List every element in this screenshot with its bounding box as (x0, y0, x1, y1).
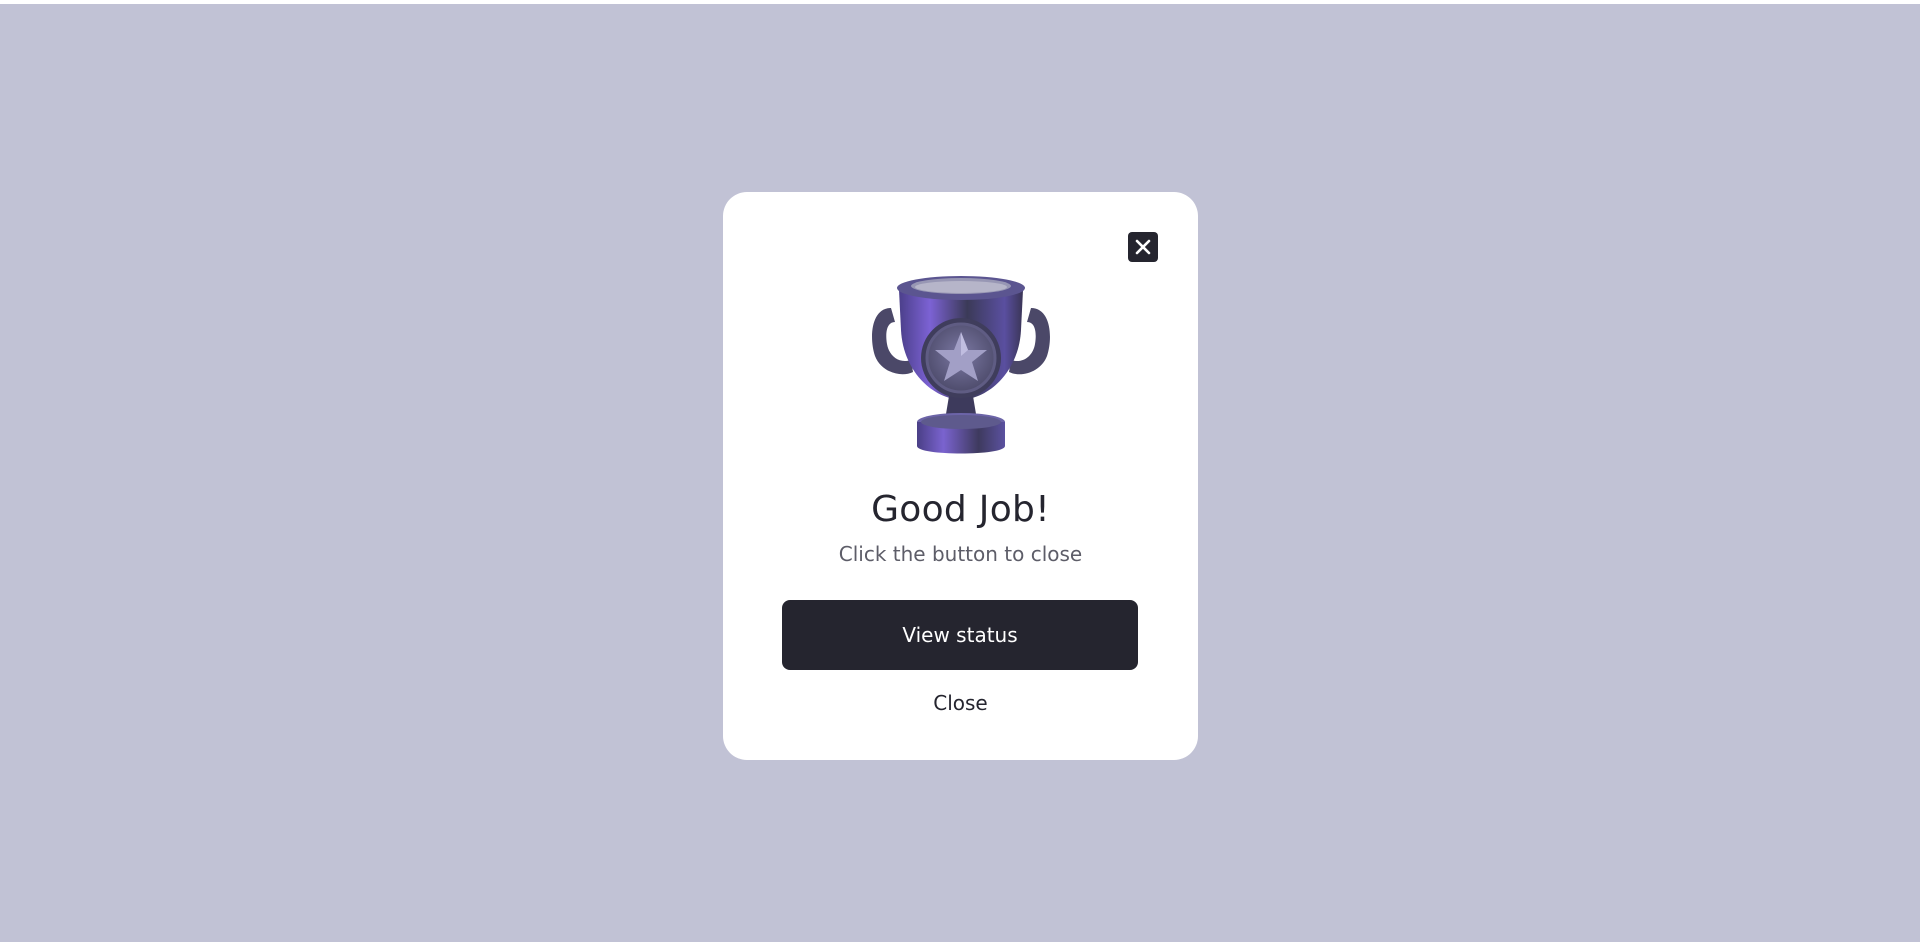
dialog-title: Good Job! (871, 489, 1050, 530)
close-icon-button[interactable] (1128, 232, 1158, 262)
dialog-subtitle: Click the button to close (838, 542, 1083, 566)
success-dialog: Good Job! Click the button to close View… (723, 192, 1198, 760)
close-icon (1135, 239, 1151, 255)
close-button[interactable]: Close (723, 691, 1198, 715)
trophy-icon (872, 276, 1050, 454)
view-status-button[interactable]: View status (782, 600, 1138, 670)
